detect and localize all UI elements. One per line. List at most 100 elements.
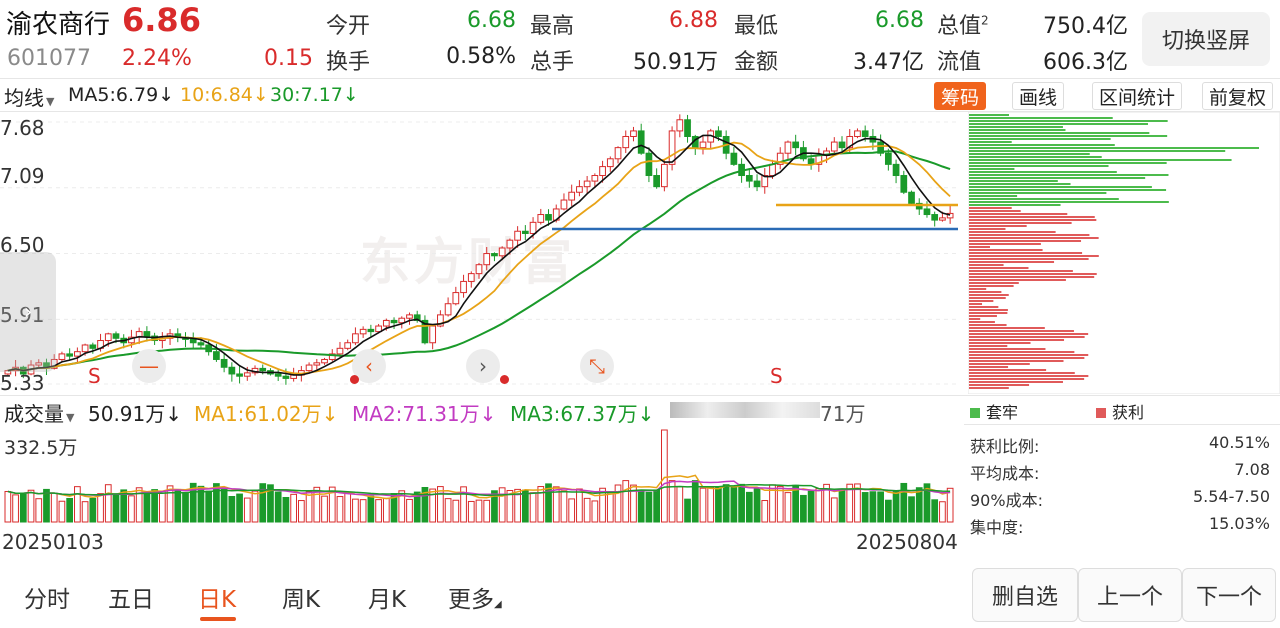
remove-favorite-button[interactable]: 删自选	[972, 568, 1078, 622]
candle	[74, 351, 81, 357]
candle	[514, 230, 521, 241]
candle	[367, 328, 375, 333]
switch-portrait-button[interactable]: 切换竖屏	[1142, 12, 1270, 66]
chip-distribution-button[interactable]: 筹码	[934, 82, 987, 110]
chip-bar	[969, 126, 1063, 128]
candle	[830, 141, 838, 152]
candle	[305, 364, 313, 372]
chip-bar	[969, 300, 994, 302]
candle	[104, 333, 112, 342]
expand-handle[interactable]: ›	[0, 252, 56, 372]
chip-bar	[969, 369, 1047, 371]
volume-bar	[282, 496, 290, 523]
volume-select[interactable]: 成交量 ▼	[4, 398, 74, 427]
chip-bar	[969, 333, 1089, 335]
volume-bar	[838, 489, 846, 523]
chip-bar	[969, 195, 1018, 197]
tab-weekly-k[interactable]: 周K	[282, 580, 320, 614]
candle	[81, 344, 89, 353]
adjust-mode-button[interactable]: 前复权	[1202, 82, 1274, 110]
chip-bar	[969, 141, 1012, 143]
blurred-text	[670, 402, 820, 418]
candle	[390, 319, 398, 324]
candle	[143, 331, 151, 337]
volume-bar	[406, 498, 413, 523]
chip-bar	[969, 309, 1008, 311]
candle	[730, 152, 738, 165]
zoom-out-icon[interactable]: —	[132, 349, 166, 383]
candle	[228, 366, 236, 375]
volume-bar	[220, 487, 228, 523]
volume-bar	[305, 491, 313, 523]
candle	[382, 319, 390, 327]
candle	[274, 373, 282, 377]
volume-bar	[382, 497, 390, 523]
candle	[236, 373, 243, 377]
candle	[784, 141, 792, 154]
ma10-indicator: 10:6.84↓	[180, 84, 269, 106]
price-axis-label: 5.33	[0, 371, 45, 395]
candle	[854, 130, 861, 137]
chip-bar	[969, 147, 1260, 149]
draw-line-button[interactable]: 画线	[1012, 82, 1065, 110]
volume-ma1: MA1:61.02万↓	[194, 402, 339, 426]
prev-stock-button[interactable]: 上一个	[1078, 568, 1182, 622]
chip-bar	[969, 297, 1006, 299]
volume-bar	[498, 487, 506, 523]
legend-swatch	[1096, 408, 1106, 418]
chip-bar	[969, 192, 1107, 194]
legend-swatch	[970, 408, 980, 418]
volume-bar	[174, 488, 182, 523]
tab-intraday[interactable]: 分时	[24, 580, 70, 614]
volume-bar	[81, 501, 89, 523]
stock-code: 601077	[7, 46, 91, 71]
chip-bar	[969, 267, 1029, 269]
candle	[769, 163, 776, 177]
volume-bar	[915, 487, 923, 523]
quote-label-low: 最低	[734, 14, 779, 39]
last-price: 6.86	[122, 1, 201, 39]
candle	[58, 353, 66, 360]
chip-bar	[969, 279, 1066, 281]
candle	[220, 358, 228, 368]
collapse-icon[interactable]: ⤡	[580, 349, 614, 383]
chip-bar	[969, 345, 1008, 347]
chip-bar	[969, 306, 999, 308]
candle	[259, 367, 267, 372]
volume-bar	[591, 500, 599, 523]
event-dot	[350, 375, 359, 384]
ma-type-select[interactable]: 均线 ▼	[4, 82, 54, 111]
chip-bar	[969, 201, 1169, 203]
volume-bar	[321, 495, 328, 523]
next-stock-button[interactable]: 下一个	[1182, 568, 1276, 622]
volume-bar	[661, 429, 668, 523]
volume-bar	[807, 490, 815, 523]
chip-bar	[969, 150, 1226, 152]
chip-bar	[969, 135, 1168, 137]
chevron-right-icon[interactable]: ›	[466, 349, 500, 383]
volume-bar	[352, 498, 359, 523]
volume-bar	[452, 499, 460, 523]
tab-monthly-k[interactable]: 月K	[368, 580, 406, 614]
chip-bar	[969, 384, 1030, 386]
caret-down-icon: ▼	[66, 411, 75, 424]
tab-five-day[interactable]: 五日	[108, 580, 154, 614]
candle	[792, 141, 800, 149]
volume-bar	[236, 493, 243, 523]
volume-bar	[89, 497, 97, 523]
candle	[745, 175, 753, 182]
chip-bar	[969, 321, 995, 323]
chip-bar	[969, 327, 1045, 329]
tab-more[interactable]: 更多◢	[448, 580, 502, 614]
candle	[398, 317, 406, 324]
range-stats-button[interactable]: 区间统计	[1092, 82, 1183, 110]
ma5-line	[7, 134, 951, 376]
chip-bar	[969, 234, 1090, 236]
tab-daily-k[interactable]: 日K	[198, 580, 236, 614]
volume-bar	[645, 491, 653, 523]
volume-bar	[97, 493, 104, 523]
chip-bar	[969, 117, 1113, 119]
volume-bar	[815, 488, 823, 523]
chip-bar	[969, 372, 1075, 374]
stat-value-avg-cost: 7.08	[1234, 460, 1270, 479]
